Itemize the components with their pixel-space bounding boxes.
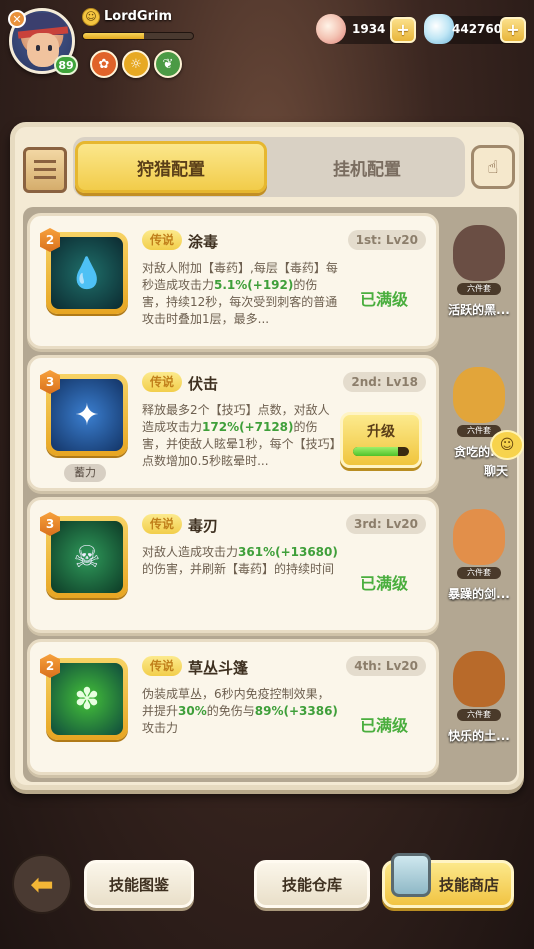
skill-name: 草丛斗篷 — [188, 659, 249, 677]
xp-bar — [82, 32, 194, 40]
skill-card[interactable]: 💧 2 传说 涂毒 1st: Lv20 对敌人附加【毒药】,每层【毒药】每秒造成… — [27, 213, 439, 349]
player-level-badge: 89 — [54, 55, 78, 75]
skill-description: 释放最多2个【技巧】点数，对敌人造成攻击力172%(+7128)的伤害，并使敌人… — [142, 403, 336, 468]
skill-shop-label: 技能商店 — [438, 875, 499, 894]
upgrade-progress-bar — [353, 447, 409, 456]
upgrade-label: 升级 — [367, 424, 395, 440]
upgrade-progress-fill — [353, 447, 398, 456]
pet-set-tag: 六件套 — [457, 567, 501, 579]
buff-mushroom-icon[interactable]: ✿ — [90, 50, 118, 78]
skill-name: 毒刃 — [188, 517, 219, 535]
pet-fox-icon — [453, 509, 505, 565]
diamond-currency: 442760 + — [424, 14, 526, 44]
diamond-count: 442760 — [452, 22, 503, 36]
pet-monkey-icon — [453, 651, 505, 707]
config-tabs: 狩猎配置 挂机配置 — [73, 137, 465, 197]
chat-label: 聊天 — [484, 464, 509, 478]
max-level-label: 已满级 — [359, 290, 408, 309]
add-diamonds-button[interactable]: + — [500, 17, 526, 43]
pet-set-tag: 六件套 — [457, 709, 501, 721]
shell-icon — [316, 14, 346, 44]
skill-description: 对敌人附加【毒药】,每层【毒药】每秒造成攻击力5.1%(+192)的伤害，持续1… — [142, 261, 338, 326]
chat-button[interactable]: ☺ 聊天 — [484, 430, 528, 480]
tab-hunt-config[interactable]: 狩猎配置 — [75, 141, 267, 193]
close-icon[interactable]: ✕ — [8, 10, 26, 28]
skill-card[interactable]: ☠ 3 传说 毒刃 3rd: Lv20 对敌人造成攻击力361%(+13680)… — [27, 497, 439, 633]
pet-name: 快乐的土... — [448, 729, 510, 743]
skull-blade-icon: ☠ — [51, 521, 123, 593]
pet-set-tag: 六件套 — [457, 283, 501, 295]
slot-level: 1st: Lv20 — [347, 230, 426, 250]
pet-bee-icon — [453, 367, 505, 423]
rarity-tag: 传说 — [142, 656, 182, 676]
skill-warehouse-button[interactable]: 技能仓库 — [254, 860, 370, 908]
rarity-tag: 传说 — [142, 514, 182, 534]
chat-emoji-icon: ☺ — [490, 430, 524, 460]
pet-slot[interactable]: 六件套 活跃的黑... — [441, 217, 517, 347]
pet-boar-icon — [453, 225, 505, 281]
slot-level: 3rd: Lv20 — [345, 514, 426, 534]
skill-name: 涂毒 — [188, 233, 219, 251]
scroll-icon[interactable] — [23, 147, 67, 193]
rarity-tag: 传说 — [142, 230, 182, 250]
skill-panel: 狩猎配置 挂机配置 ☝ 💧 2 传说 涂毒 1st: Lv20 对敌人附加【毒药… — [10, 122, 524, 790]
pet-name: 暴躁的剑... — [448, 587, 510, 601]
skill-name: 伏击 — [188, 375, 219, 393]
max-level-label: 已满级 — [359, 574, 408, 593]
shell-count: 1934 — [352, 22, 386, 36]
add-shells-button[interactable]: + — [390, 17, 416, 43]
buff-fire-icon[interactable]: ☼ — [122, 50, 150, 78]
tab-idle-config[interactable]: 挂机配置 — [269, 137, 465, 197]
diamond-icon — [424, 14, 454, 44]
ambush-icon: ✦ — [51, 379, 123, 451]
shop-icon — [391, 853, 431, 897]
top-bar: ✕ 89 ☺ LordGrim ✿ ☼ ❦ 1934 + 442760 + — [0, 0, 534, 90]
pet-name: 活跃的黑... — [448, 303, 510, 317]
skill-card[interactable]: ✽ 2 传说 草丛斗篷 4th: Lv20 伪装成草丛，6秒内免疫控制效果，并提… — [27, 639, 439, 775]
max-level-label: 已满级 — [359, 716, 408, 735]
pet-slot[interactable]: 六件套 暴躁的剑... — [441, 501, 517, 631]
slot-level: 4th: Lv20 — [346, 656, 426, 676]
player-name: LordGrim — [104, 9, 173, 24]
skill-description: 对敌人造成攻击力361%(+13680)的伤害，并刷新【毒药】的持续时间 — [142, 545, 338, 576]
skill-card[interactable]: ✦ 3 蓄力 传说 伏击 2nd: Lv18 释放最多2个【技巧】点数，对敌人造… — [27, 355, 439, 491]
skill-description: 伪装成草丛，6秒内免疫控制效果，并提升30%的免伤与89%(+3386)攻击力 — [142, 687, 338, 735]
back-arrow-icon[interactable]: ⬅ — [12, 854, 72, 914]
skill-list: 💧 2 传说 涂毒 1st: Lv20 对敌人附加【毒药】,每层【毒药】每秒造成… — [23, 207, 517, 782]
poison-drop-icon: 💧 — [51, 237, 123, 309]
skill-shop-button[interactable]: 技能商店 — [382, 853, 514, 908]
player-emoji-icon: ☺ — [82, 8, 100, 26]
slot-level: 2nd: Lv18 — [343, 372, 426, 392]
charge-tag: 蓄力 — [64, 464, 106, 482]
buff-leaf-icon[interactable]: ❦ — [154, 50, 182, 78]
skill-book-button[interactable]: 技能图鉴 — [84, 860, 194, 908]
rarity-tag: 传说 — [142, 372, 182, 392]
shell-currency: 1934 + — [316, 14, 416, 44]
upgrade-button[interactable]: 升级 — [340, 412, 422, 468]
guide-icon[interactable]: ☝ — [471, 145, 515, 189]
grass-cloak-icon: ✽ — [51, 663, 123, 735]
pet-slot[interactable]: 六件套 快乐的土... — [441, 643, 517, 773]
xp-bar-fill — [83, 33, 144, 39]
